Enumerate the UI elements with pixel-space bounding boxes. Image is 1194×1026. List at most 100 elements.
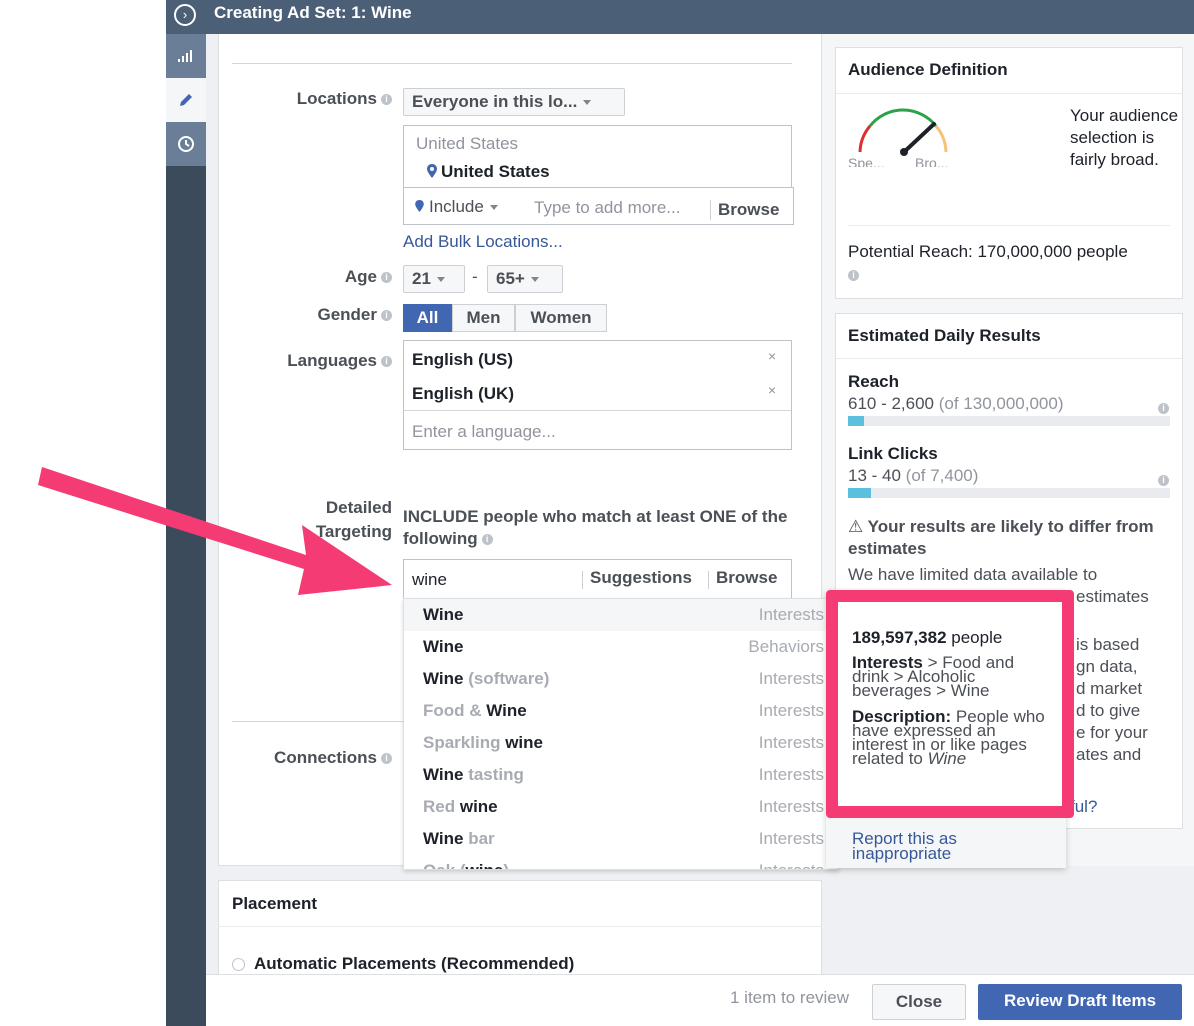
info-icon: i (481, 534, 493, 546)
include-criteria-text: INCLUDE people who match at least ONE of… (403, 507, 788, 548)
suggestion-item[interactable]: Wine tasting Interests (404, 759, 838, 791)
connections-label: Connections i (240, 748, 392, 768)
browse-tab[interactable]: Browse (716, 568, 777, 588)
estimate-note: d market (1076, 679, 1143, 698)
location-group-label: United States (416, 134, 519, 153)
clock-icon (178, 136, 194, 152)
review-draft-items-button[interactable]: Review Draft Items (978, 984, 1182, 1020)
page-title: Creating Ad Set: 1: Wine (214, 3, 412, 22)
estimate-note: estimates (1076, 587, 1149, 606)
add-bulk-locations-link[interactable]: Add Bulk Locations... (403, 232, 563, 252)
suggestions-dropdown: Wine Interests Wine Behaviors Wine (software… (403, 598, 839, 870)
chevron-down-icon (436, 277, 445, 283)
location-search-input[interactable]: Type to add more... (534, 198, 680, 218)
link-clicks-label: Link Clicks (848, 444, 938, 463)
automatic-placements-label: Automatic Placements (Recommended) (254, 954, 575, 973)
suggestion-category: Interests (759, 861, 824, 869)
remove-language-icon[interactable]: × (768, 382, 776, 398)
reach-range: 610 - 2,600 (of 130,000,000) (848, 394, 1064, 413)
age-min-select[interactable]: 21 (403, 265, 465, 293)
chevron-down-icon (583, 100, 592, 106)
divider (219, 926, 821, 927)
estimate-note: ates and (1076, 745, 1142, 764)
report-inappropriate-link[interactable]: Report this as inappropriate (852, 830, 1052, 862)
suggestion-item[interactable]: Sparkling wine Interests (404, 727, 838, 759)
suggestion-item[interactable]: Wine Behaviors (404, 631, 838, 663)
include-dropdown[interactable]: Include (415, 197, 498, 217)
placement-radio[interactable] (232, 958, 245, 971)
gauge-specific-label: Spe... (848, 155, 885, 167)
languages-label: Languages i (250, 351, 392, 371)
remove-language-icon[interactable]: × (768, 348, 776, 364)
interest-description: Description: People who have expressed a… (852, 707, 1045, 768)
suggestion-name: Red wine (423, 797, 498, 816)
suggestion-item[interactable]: Oak (wine) Interests (404, 855, 838, 869)
suggestion-name: Wine bar (423, 829, 495, 848)
audience-definition-title: Audience Definition (848, 60, 1008, 79)
clicks-bar (848, 488, 1170, 498)
info-icon: i (1158, 475, 1169, 486)
suggestion-item[interactable]: Wine Interests (404, 599, 838, 631)
top-bar: › Creating Ad Set: 1: Wine (166, 0, 1194, 34)
suggestion-name: Sparkling wine (423, 733, 543, 752)
clicks-bar-fill (848, 488, 871, 498)
location-item: United States (427, 162, 550, 182)
link-clicks-range: 13 - 40 (of 7,400) (848, 466, 979, 485)
history-nav-button[interactable] (166, 122, 206, 166)
language-tag: English (US) (412, 350, 514, 369)
pencil-icon (180, 94, 192, 106)
info-icon: i (381, 753, 392, 765)
interest-audience-size: 189,597,382 people (852, 628, 1003, 647)
age-separator: - (472, 267, 478, 286)
locations-select[interactable]: Everyone in this lo... (403, 88, 625, 116)
gender-women-button[interactable]: Women (515, 304, 607, 332)
feedback-link[interactable]: ful? (1070, 797, 1097, 817)
age-max-select[interactable]: 65+ (487, 265, 563, 293)
map-pin-icon (415, 200, 424, 212)
gauge-broad-label: Bro... (915, 155, 949, 167)
review-count: 1 item to review (730, 988, 850, 1007)
suggestion-category: Interests (758, 669, 824, 688)
interest-path: Interests > Food and drink > Alcoholic b… (852, 653, 1015, 700)
suggestion-name: Wine (423, 637, 464, 656)
info-icon: i (381, 94, 392, 106)
chevron-down-icon (530, 277, 539, 283)
suggestion-name: Wine (423, 605, 464, 624)
suggestion-category: Interests (758, 765, 824, 784)
info-icon: i (381, 356, 392, 368)
info-icon: i (381, 310, 392, 322)
divider (232, 721, 404, 722)
estimate-warning: ⚠ Your results are likely to differ from… (848, 517, 1154, 558)
stats-nav-button[interactable] (166, 34, 206, 78)
estimated-results-title: Estimated Daily Results (848, 326, 1041, 345)
audience-summary: Your audience selection is fairly broad. (1070, 106, 1179, 169)
suggestion-name: Wine tasting (423, 765, 524, 784)
reach-label: Reach (848, 372, 900, 391)
suggestion-item[interactable]: Wine (software) Interests (404, 663, 838, 695)
gender-men-button[interactable]: Men (452, 304, 515, 332)
locations-label: Locations i (240, 89, 392, 109)
suggestion-category: Interests (758, 605, 824, 624)
suggestion-category: Interests (758, 701, 824, 720)
edit-nav-button[interactable] (166, 78, 206, 122)
divider (710, 200, 711, 220)
close-button[interactable]: Close (872, 984, 966, 1020)
estimate-note: is based (1076, 635, 1140, 654)
info-icon: i (1158, 403, 1169, 414)
browse-locations-button[interactable]: Browse (718, 200, 779, 220)
suggestion-item[interactable]: Wine bar Interests (404, 823, 838, 855)
estimate-note: We have limited data available to (848, 565, 1098, 584)
info-icon: i (381, 272, 392, 284)
suggestion-item[interactable]: Food & Wine Interests (404, 695, 838, 727)
bar-chart-icon (178, 50, 192, 62)
suggestion-item[interactable]: Red wine Interests (404, 791, 838, 823)
gender-all-button[interactable]: All (403, 304, 452, 332)
suggestions-tab[interactable]: Suggestions (590, 568, 692, 588)
targeting-search-input[interactable]: wine (412, 570, 447, 590)
chevron-down-icon (489, 205, 498, 211)
expand-icon[interactable]: › (174, 4, 196, 26)
language-input[interactable]: Enter a language... (412, 422, 556, 442)
suggestion-category: Interests (758, 829, 824, 848)
divider (232, 63, 792, 64)
age-label: Age i (290, 267, 392, 287)
